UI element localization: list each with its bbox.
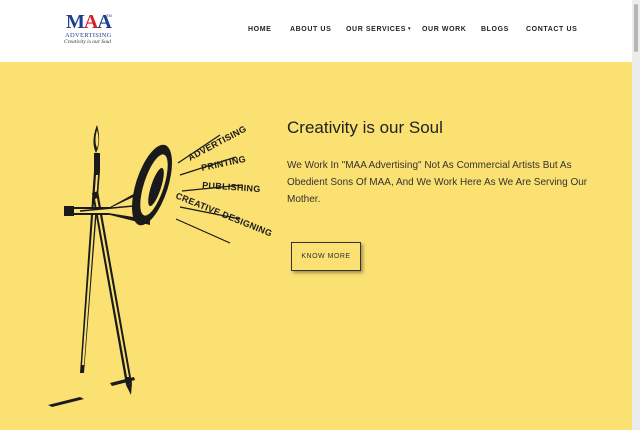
logo-mark-a-red: A: [83, 11, 98, 33]
nav-item-contact-us[interactable]: CONTACT US: [526, 26, 577, 33]
hero-heading: Creativity is our Soul: [287, 118, 443, 137]
illustration-svg: ADVERTISING PRINTING PUBLISHING CREATIVE…: [48, 124, 274, 407]
nav-item-our-work[interactable]: OUR WORK: [422, 26, 466, 33]
scrollbar-thumb[interactable]: [634, 4, 638, 52]
word-creative-designing: CREATIVE DESIGNING: [174, 191, 273, 239]
nav-item-home[interactable]: HOME: [248, 26, 271, 33]
chevron-down-icon: ▾: [407, 26, 412, 32]
nav-item-blogs[interactable]: BLOGS: [481, 26, 509, 33]
site-header: MAA TM ADVERTISING Creativity is our Sou…: [0, 0, 632, 62]
page-scrollbar[interactable]: [632, 0, 640, 430]
know-more-button[interactable]: KNOW MORE: [291, 242, 361, 271]
logo-mark-m: M: [66, 11, 85, 33]
logo-name: ADVERTISING: [65, 32, 112, 39]
nav-item-our-services-label: OUR SERVICES: [346, 26, 406, 33]
megaphone-icon: [64, 144, 173, 226]
logo-tagline: Creativity is our Soul: [64, 39, 112, 45]
logo-mark: MAA: [66, 11, 112, 33]
paintbrush-icon: [80, 125, 100, 373]
hero-paragraph: We Work In "MAA Advertising" Not As Comm…: [287, 160, 588, 205]
maa-logo[interactable]: MAA TM ADVERTISING Creativity is our Sou…: [62, 12, 122, 48]
hero-illustration: ADVERTISING PRINTING PUBLISHING CREATIVE…: [40, 115, 274, 415]
logo-tm: TM: [106, 13, 112, 18]
word-publishing: PUBLISHING: [202, 180, 261, 194]
word-printing: PRINTING: [200, 154, 246, 173]
nav-item-our-services[interactable]: OUR SERVICES ▾: [346, 26, 411, 33]
nav-item-about-us[interactable]: ABOUT US: [290, 26, 331, 33]
